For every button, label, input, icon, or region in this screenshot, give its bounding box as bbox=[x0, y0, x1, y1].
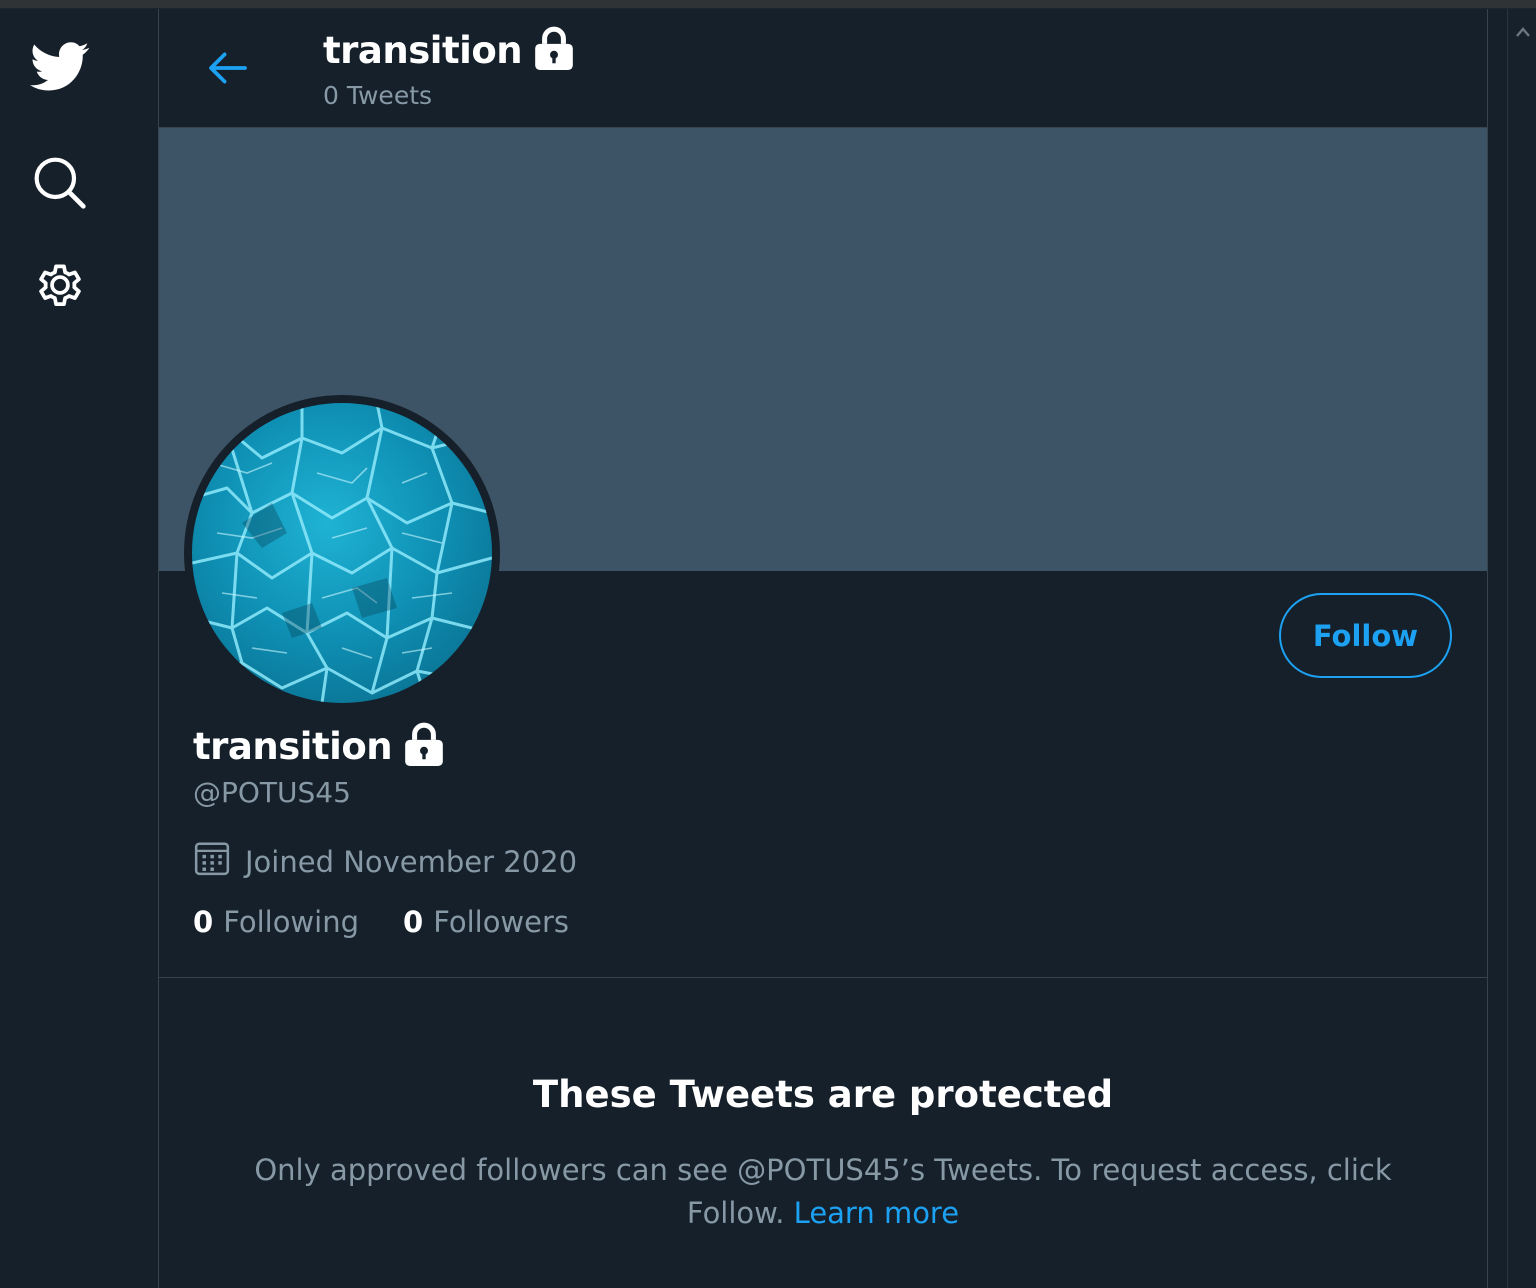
following-count: 0 bbox=[193, 905, 214, 939]
follow-stats: 0 Following 0 Followers bbox=[193, 905, 613, 939]
followers-count: 0 bbox=[403, 905, 424, 939]
back-arrow-icon[interactable] bbox=[201, 45, 255, 91]
protected-message: Only approved followers can see @POTUS45… bbox=[239, 1149, 1407, 1235]
follow-button[interactable]: Follow bbox=[1279, 593, 1452, 678]
followers-label: Followers bbox=[433, 905, 570, 939]
learn-more-link[interactable]: Learn more bbox=[794, 1196, 959, 1230]
lock-icon bbox=[532, 25, 576, 75]
search-icon[interactable] bbox=[30, 153, 90, 213]
profile-handle: @POTUS45 bbox=[193, 776, 351, 809]
right-gutter bbox=[1489, 9, 1507, 1288]
following-link[interactable]: 0 Following bbox=[193, 905, 359, 939]
window-top-strip bbox=[0, 0, 1536, 9]
following-label: Following bbox=[223, 905, 359, 939]
section-divider bbox=[159, 977, 1487, 978]
profile-header: transition 0 Tweets bbox=[159, 9, 1487, 128]
calendar-icon bbox=[193, 839, 231, 884]
profile-column: transition 0 Tweets Follow transition @P… bbox=[159, 9, 1488, 1288]
header-title: transition bbox=[323, 25, 576, 75]
profile-name-row: transition bbox=[193, 721, 446, 771]
lock-icon bbox=[402, 721, 446, 771]
profile-name: transition bbox=[193, 724, 393, 768]
twitter-bird-icon[interactable] bbox=[30, 37, 90, 97]
scroll-up-icon[interactable] bbox=[1516, 23, 1530, 37]
tweet-count: 0 Tweets bbox=[323, 81, 433, 110]
scrollbar[interactable] bbox=[1507, 9, 1536, 1288]
header-name: transition bbox=[323, 28, 523, 72]
protected-title: These Tweets are protected bbox=[532, 1073, 1114, 1116]
left-navigation bbox=[0, 9, 159, 1288]
avatar[interactable] bbox=[192, 403, 492, 703]
joined-date: Joined November 2020 bbox=[245, 844, 578, 879]
gear-icon[interactable] bbox=[30, 255, 90, 315]
joined-date-row: Joined November 2020 bbox=[193, 839, 577, 884]
followers-link[interactable]: 0 Followers bbox=[403, 905, 569, 939]
